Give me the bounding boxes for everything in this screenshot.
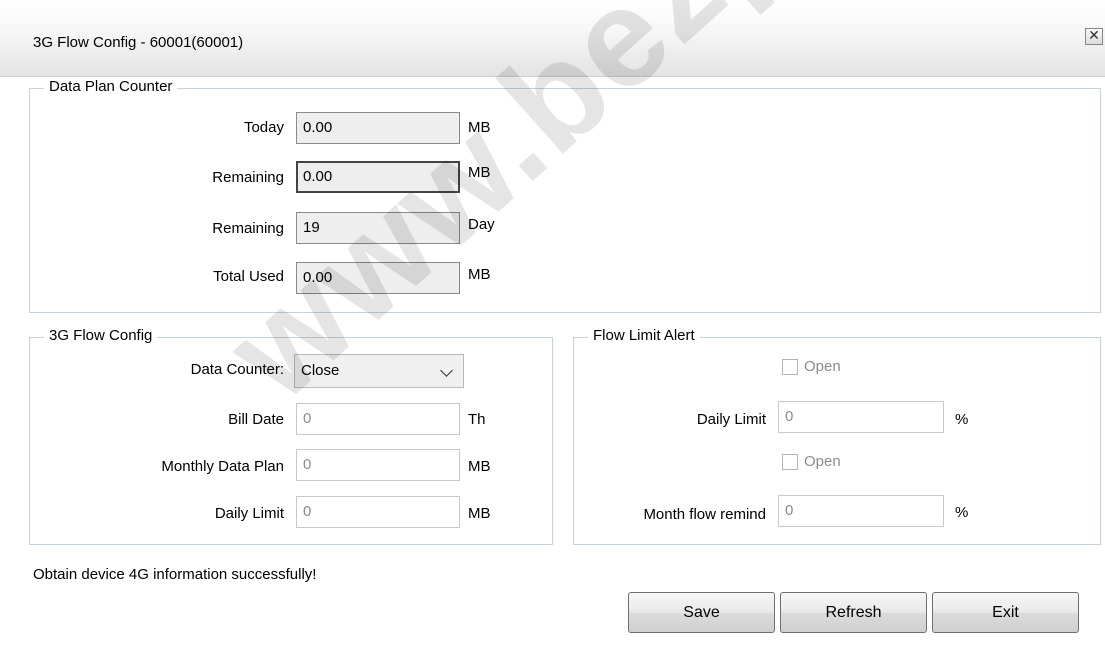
exit-button[interactable]: Exit bbox=[932, 592, 1079, 633]
bill-date-input[interactable]: 0 bbox=[296, 403, 460, 435]
close-icon[interactable]: ✕ bbox=[1085, 28, 1103, 45]
remaining-mb-field: 0.00 bbox=[296, 161, 460, 193]
monthly-data-plan-label: Monthly Data Plan bbox=[161, 458, 284, 475]
today-label: Today bbox=[243, 119, 284, 136]
data-counter-value: Close bbox=[301, 362, 340, 379]
month-flow-remind-input[interactable]: 0 bbox=[778, 495, 944, 527]
month-flow-remind-label: Month flow remind bbox=[643, 506, 766, 523]
monthly-data-plan-input[interactable]: 0 bbox=[296, 449, 460, 481]
total-used-label: Total Used bbox=[213, 268, 284, 285]
daily-limit-mb-unit: MB bbox=[468, 505, 491, 522]
window-title: 3G Flow Config - 60001(60001) bbox=[33, 34, 244, 51]
bill-date-label: Bill Date bbox=[228, 411, 284, 428]
flow-config-dialog: 3G Flow Config - 60001(60001) ✕ Data Pla… bbox=[0, 0, 1105, 646]
status-message: Obtain device 4G information successfull… bbox=[33, 566, 317, 583]
daily-limit-pct-unit: % bbox=[955, 411, 969, 428]
total-used-field: 0.00 bbox=[296, 262, 460, 294]
flow-config-legend: 3G Flow Config bbox=[44, 327, 158, 344]
daily-limit-pct-input[interactable]: 0 bbox=[778, 401, 944, 433]
remaining-day-unit: Day bbox=[468, 216, 495, 233]
daily-limit-mb-label: Daily Limit bbox=[214, 505, 284, 522]
remaining-day-label: Remaining bbox=[212, 220, 284, 237]
refresh-button[interactable]: Refresh bbox=[780, 592, 927, 633]
open-daily-label: Open bbox=[804, 358, 841, 375]
open-month-label: Open bbox=[804, 453, 841, 470]
remaining-day-field: 19 bbox=[296, 212, 460, 244]
monthly-data-plan-unit: MB bbox=[468, 458, 491, 475]
daily-limit-pct-label: Daily Limit bbox=[696, 411, 766, 428]
flow-limit-alert-legend: Flow Limit Alert bbox=[588, 327, 700, 344]
today-field: 0.00 bbox=[296, 112, 460, 144]
open-daily-checkbox[interactable] bbox=[782, 359, 798, 375]
daily-limit-mb-input[interactable]: 0 bbox=[296, 496, 460, 528]
save-button[interactable]: Save bbox=[628, 592, 775, 633]
month-flow-remind-unit: % bbox=[955, 504, 969, 521]
today-unit: MB bbox=[468, 119, 491, 136]
total-used-unit: MB bbox=[468, 266, 491, 283]
open-month-checkbox[interactable] bbox=[782, 454, 798, 470]
bill-date-unit: Th bbox=[468, 411, 486, 428]
chevron-down-icon bbox=[440, 364, 453, 377]
remaining-mb-label: Remaining bbox=[212, 169, 284, 186]
title-bar[interactable]: 3G Flow Config - 60001(60001) ✕ bbox=[0, 0, 1105, 77]
data-counter-select[interactable]: Close bbox=[294, 354, 464, 388]
data-counter-label: Data Counter: bbox=[190, 361, 284, 378]
remaining-mb-unit: MB bbox=[468, 164, 491, 181]
data-plan-counter-legend: Data Plan Counter bbox=[44, 78, 178, 95]
